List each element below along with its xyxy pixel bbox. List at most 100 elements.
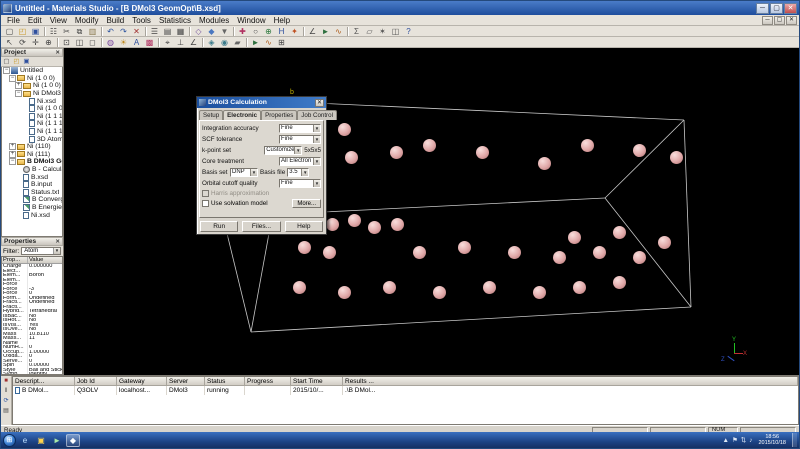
- orbital-cutoff-quality-select[interactable]: Fine ▼: [279, 178, 321, 188]
- zoom-mode-icon[interactable]: ⊕: [42, 37, 55, 48]
- job-column-header-start-time[interactable]: Start Time: [291, 377, 343, 386]
- tree-item-ni-1-1-1[interactable]: Ni (1 1 1)...: [2, 128, 62, 136]
- boron-atom[interactable]: [391, 218, 404, 231]
- mdi-minimize-button[interactable]: ─: [762, 15, 773, 25]
- boron-atom[interactable]: [338, 286, 351, 299]
- tree-item-status-txt[interactable]: Status.txt: [2, 188, 62, 197]
- tree-expander-icon[interactable]: −: [15, 90, 22, 98]
- boron-atom[interactable]: [581, 139, 594, 152]
- tree-item-ni-xsd[interactable]: Ni.xsd: [2, 97, 62, 105]
- view-axis-icon[interactable]: ◻: [86, 37, 99, 48]
- clean-icon[interactable]: ✦: [288, 26, 301, 37]
- tab-setup[interactable]: Setup: [199, 110, 224, 120]
- mdi-close-button[interactable]: ✕: [786, 15, 797, 25]
- measure-change-icon[interactable]: ∠: [187, 37, 200, 48]
- isosurface-icon[interactable]: ◉: [218, 37, 231, 48]
- paste-icon[interactable]: ▥: [86, 26, 99, 37]
- tree-expander-icon[interactable]: +: [9, 150, 16, 158]
- new-document-menu-icon[interactable]: ▼: [218, 26, 231, 37]
- tree-item-ni-1-0-0-d[interactable]: + Ni (1 0 0) D...: [2, 82, 62, 90]
- boron-atom[interactable]: [476, 146, 489, 159]
- ie-icon[interactable]: e: [18, 434, 32, 447]
- tree-item-ni-xsd[interactable]: Ni.xsd: [2, 211, 62, 219]
- menu-build[interactable]: Build: [102, 16, 128, 25]
- boron-atom[interactable]: [658, 236, 671, 249]
- adjust-hydrogen-icon[interactable]: H: [275, 26, 288, 37]
- run-button[interactable]: Run: [200, 221, 239, 232]
- job-pause-icon[interactable]: ‖: [2, 387, 11, 396]
- job-column-header-job-id[interactable]: Job Id: [75, 377, 117, 386]
- taskbar-clock[interactable]: 18:56 2015/10/18: [755, 434, 789, 447]
- start-button[interactable]: ⊞: [3, 433, 16, 447]
- k-point-set-select[interactable]: Customized▼: [264, 145, 303, 155]
- tree-expander-icon[interactable]: −: [9, 74, 16, 82]
- tree-item-ni-1-1-1[interactable]: Ni (1 1 1) (...: [2, 120, 62, 128]
- job-column-header-progress[interactable]: Progress: [245, 377, 291, 386]
- boron-atom[interactable]: [368, 221, 381, 234]
- job-stop-icon[interactable]: ■: [2, 377, 11, 386]
- new-crystal-icon[interactable]: ◆: [205, 26, 218, 37]
- boron-atom[interactable]: [670, 151, 683, 164]
- project-panel-close-icon[interactable]: ✕: [55, 50, 60, 56]
- print-icon[interactable]: ☷: [47, 26, 60, 37]
- properties-explorer-icon[interactable]: ▤: [161, 26, 174, 37]
- job-column-header-descript[interactable]: Descript...: [13, 377, 75, 386]
- sketch-atom-icon[interactable]: ✚: [236, 26, 249, 37]
- undo-icon[interactable]: ↶: [104, 26, 117, 37]
- use-solvation-model-checkbox[interactable]: [202, 200, 209, 207]
- boron-atom[interactable]: [338, 123, 351, 136]
- menu-modules[interactable]: Modules: [195, 16, 233, 25]
- tree-expander-icon[interactable]: +: [9, 143, 16, 151]
- boron-atom[interactable]: [533, 286, 546, 299]
- volume-surface-icon[interactable]: ◈: [205, 37, 218, 48]
- boron-atom[interactable]: [633, 144, 646, 157]
- tab-electronic[interactable]: Electronic: [223, 110, 262, 120]
- view-icon[interactable]: ◫: [389, 26, 402, 37]
- boron-atom[interactable]: [326, 218, 339, 231]
- view-onto-icon[interactable]: ◫: [73, 37, 86, 48]
- show-desktop-button[interactable]: [792, 433, 797, 447]
- tree-item-untitled[interactable]: − Untitled: [2, 67, 62, 75]
- builder-icon[interactable]: ▱: [363, 26, 376, 37]
- rotate-mode-icon[interactable]: ⟳: [16, 37, 29, 48]
- materials-studio-task-icon[interactable]: ◆: [66, 433, 80, 447]
- boron-atom[interactable]: [390, 146, 403, 159]
- tree-expander-icon[interactable]: −: [9, 158, 16, 166]
- job-column-header-results[interactable]: Results ...: [343, 377, 798, 386]
- boron-atom[interactable]: [298, 241, 311, 254]
- mdi-restore-button[interactable]: ▢: [774, 15, 785, 25]
- redo-icon[interactable]: ↷: [117, 26, 130, 37]
- boron-atom[interactable]: [568, 231, 581, 244]
- display-style-icon[interactable]: ◍: [104, 37, 117, 48]
- tab-properties[interactable]: Properties: [261, 110, 298, 120]
- boron-atom[interactable]: [348, 214, 361, 227]
- sketch-ring-icon[interactable]: ○: [249, 26, 262, 37]
- menu-edit[interactable]: Edit: [24, 16, 46, 25]
- color-icon[interactable]: ▩: [143, 37, 156, 48]
- boron-atom[interactable]: [345, 151, 358, 164]
- dropdown-arrow-icon[interactable]: ▼: [313, 135, 320, 143]
- label-icon[interactable]: A: [130, 37, 143, 48]
- boron-atom[interactable]: [613, 226, 626, 239]
- job-row[interactable]: B DMol... Q3OLV localhost... DMol3 running 20…: [13, 386, 798, 395]
- dropdown-arrow-icon[interactable]: ▼: [250, 168, 257, 176]
- new-project-icon[interactable]: ▢: [2, 57, 11, 66]
- tree-item-ni-111[interactable]: + Ni (111): [2, 150, 62, 159]
- 3d-structure-viewport[interactable]: b Y X Z: [64, 48, 799, 375]
- boron-atom[interactable]: [508, 246, 521, 259]
- dialog-close-icon[interactable]: ✕: [315, 98, 324, 107]
- tree-item-ni-1-1-1-x[interactable]: Ni (1 1 1).x...: [2, 112, 62, 121]
- cut-icon[interactable]: ✂: [60, 26, 73, 37]
- lighting-icon[interactable]: ☀: [117, 37, 130, 48]
- value-column-header[interactable]: Value: [28, 257, 62, 263]
- boron-atom[interactable]: [458, 241, 471, 254]
- delete-icon[interactable]: ✕: [130, 26, 143, 37]
- tree-item-b-calculati[interactable]: B - Calculati...: [2, 166, 62, 174]
- dropdown-arrow-icon[interactable]: ▼: [313, 179, 320, 187]
- modules-icon[interactable]: Σ: [350, 26, 363, 37]
- boron-atom[interactable]: [423, 139, 436, 152]
- new-document-icon[interactable]: ▢: [3, 26, 16, 37]
- filter-dropdown-arrow-icon[interactable]: ▼: [53, 248, 60, 254]
- boron-atom[interactable]: [383, 281, 396, 294]
- boron-atom[interactable]: [433, 286, 446, 299]
